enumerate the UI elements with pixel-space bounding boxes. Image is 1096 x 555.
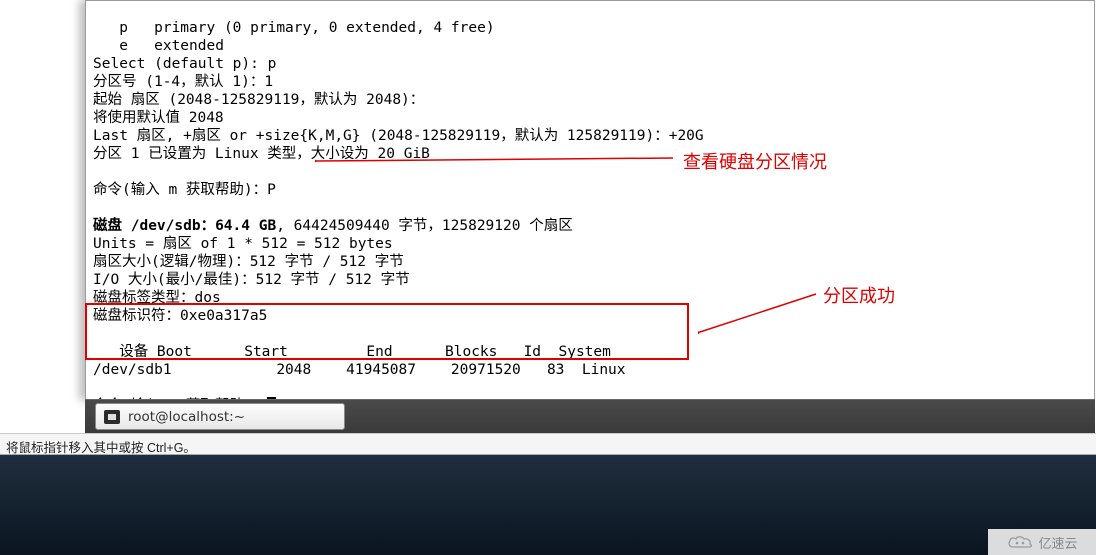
terminal-line: Units = 扇区 of 1 * 512 = 512 bytes xyxy=(93,236,393,252)
vm-status-bar: 将鼠标指针移入其中或按 Ctrl+G。 xyxy=(0,433,1096,455)
terminal-line: , 64424509440 字节，125829120 个扇区 xyxy=(276,218,573,234)
terminal-line: p primary (0 primary, 0 extended, 4 free… xyxy=(93,20,495,36)
annotation-partition-success: 分区成功 xyxy=(823,282,895,308)
terminal-line: 磁盘标签类型：dos xyxy=(93,290,221,306)
terminal-output: p primary (0 primary, 0 extended, 4 free… xyxy=(86,1,1094,433)
terminal-line: /dev/sdb1 2048 41945087 20971520 83 Linu… xyxy=(93,362,626,378)
watermark-text: 亿速云 xyxy=(1038,533,1077,552)
terminal-line: 分区 1 已设置为 Linux 类型，大小设为 20 GiB xyxy=(93,146,430,162)
terminal-line: Last 扇区, +扇区 or +size{K,M,G} (2048-12582… xyxy=(93,128,704,144)
desktop-background xyxy=(0,455,1096,555)
terminal-line: 磁盘标识符：0xe0a317a5 xyxy=(93,308,267,324)
terminal-line: 将使用默认值 2048 xyxy=(93,110,224,126)
status-text: 将鼠标指针移入其中或按 Ctrl+G。 xyxy=(6,441,196,455)
cloud-icon xyxy=(1006,534,1034,550)
terminal-line: Select (default p): p xyxy=(93,56,276,72)
terminal-line: 磁盘 /dev/sdb：64.4 GB xyxy=(93,218,276,234)
terminal-line: e extended xyxy=(93,38,224,54)
annotation-view-partition: 查看硬盘分区情况 xyxy=(683,148,827,174)
terminal-icon xyxy=(104,410,120,424)
taskbar-item-terminal[interactable]: root@localhost:~ xyxy=(95,403,345,430)
watermark: 亿速云 xyxy=(988,529,1096,555)
terminal-line: 扇区大小(逻辑/物理)：512 字节 / 512 字节 xyxy=(93,254,404,270)
terminal-line: 设备 Boot Start End Blocks Id System xyxy=(93,344,611,360)
terminal-window[interactable]: p primary (0 primary, 0 extended, 4 free… xyxy=(85,0,1095,400)
terminal-line: 分区号 (1-4，默认 1)：1 xyxy=(93,74,273,90)
terminal-line: 命令(输入 m 获取帮助)：P xyxy=(93,182,276,198)
taskbar-item-label: root@localhost:~ xyxy=(128,409,245,425)
taskbar: root@localhost:~ xyxy=(85,399,1095,433)
terminal-line: I/O 大小(最小/最佳)：512 字节 / 512 字节 xyxy=(93,272,410,288)
terminal-line: 起始 扇区 (2048-125829119，默认为 2048)： xyxy=(93,92,424,108)
